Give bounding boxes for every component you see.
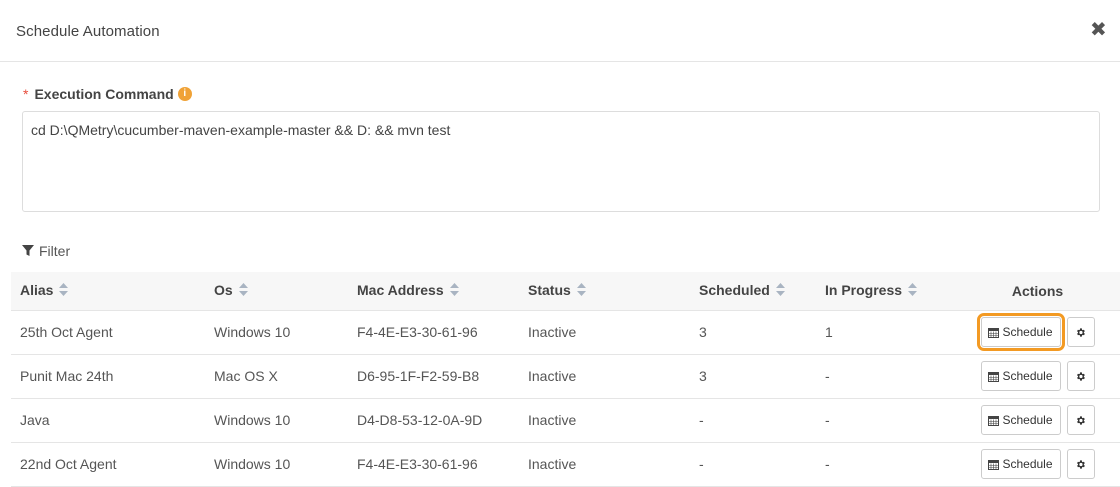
- sort-icon: [449, 283, 459, 299]
- cell-os: Mac OS X: [214, 368, 278, 384]
- execution-command-label-text: Execution Command: [34, 86, 174, 102]
- cell-status: Inactive: [528, 324, 577, 340]
- cell-alias: 25th Oct Agent: [20, 324, 113, 340]
- info-circle-icon[interactable]: i: [177, 87, 192, 101]
- cell-actions: Schedule: [955, 442, 1120, 486]
- schedule-button-label: Schedule: [1002, 413, 1053, 427]
- cell-status: Inactive: [528, 412, 577, 428]
- cell-status: Inactive: [528, 368, 577, 384]
- col-actions: Actions: [955, 272, 1120, 311]
- settings-button[interactable]: [1066, 317, 1095, 347]
- col-in-progress-label: In Progress: [825, 282, 903, 299]
- cell-in-progress: 1: [825, 324, 833, 340]
- col-scheduled-label: Scheduled: [699, 282, 770, 299]
- execution-command-value: cd D:\QMetry\cucumber-maven-example-mast…: [31, 122, 451, 138]
- cell-scheduled: 3: [699, 368, 707, 384]
- cell-alias: Punit Mac 24th: [20, 368, 114, 384]
- cell-in-progress: -: [825, 412, 830, 428]
- schedule-button-label: Schedule: [1002, 325, 1053, 339]
- modal-header: Schedule Automation ✖: [0, 0, 1120, 62]
- sort-icon: [576, 283, 586, 299]
- calendar-icon: [988, 371, 1000, 382]
- cell-scheduled: 3: [699, 324, 707, 340]
- schedule-button[interactable]: Schedule: [980, 405, 1061, 435]
- schedule-button[interactable]: Schedule: [980, 361, 1061, 391]
- col-mac-address[interactable]: Mac Address: [348, 272, 519, 311]
- cell-alias: Java: [20, 412, 50, 428]
- cell-in-progress: -: [825, 456, 830, 472]
- col-status[interactable]: Status: [519, 272, 690, 311]
- schedule-button[interactable]: Schedule: [980, 449, 1061, 479]
- cell-scheduled: -: [699, 412, 704, 428]
- cell-in-progress: -: [825, 368, 830, 384]
- cell-os: Windows 10: [214, 456, 291, 472]
- cell-mac-address: D6-95-1F-F2-59-B8: [357, 368, 480, 384]
- cell-scheduled: -: [699, 456, 704, 472]
- table-row: Punit Mac 24th Mac OS X D6-95-1F-F2-59-B…: [11, 354, 1120, 398]
- col-scheduled[interactable]: Scheduled: [690, 272, 816, 311]
- filter-label: Filter: [39, 243, 71, 259]
- cell-actions: Schedule: [955, 354, 1120, 398]
- col-alias-label: Alias: [20, 282, 54, 299]
- sort-icon: [59, 283, 69, 299]
- cell-os: Windows 10: [214, 412, 291, 428]
- modal-title: Schedule Automation: [16, 23, 160, 40]
- cell-mac-address: D4-D8-53-12-0A-9D: [357, 412, 483, 428]
- execution-command-field[interactable]: cd D:\QMetry\cucumber-maven-example-mast…: [22, 111, 1100, 212]
- cell-mac-address: F4-4E-E3-30-61-96: [357, 324, 478, 340]
- cell-alias: 22nd Oct Agent: [20, 456, 117, 472]
- schedule-button[interactable]: Schedule: [976, 313, 1065, 351]
- gear-icon: [1077, 327, 1085, 337]
- col-os-label: Os: [214, 282, 233, 299]
- cell-status: Inactive: [528, 456, 577, 472]
- table-row: 25th Oct Agent Windows 10 F4-4E-E3-30-61…: [11, 310, 1120, 354]
- settings-button[interactable]: [1066, 449, 1095, 479]
- cell-actions: Schedule: [955, 310, 1120, 354]
- settings-button[interactable]: [1066, 361, 1095, 391]
- col-in-progress[interactable]: In Progress: [816, 272, 955, 311]
- calendar-icon: [988, 415, 1000, 426]
- cell-os: Windows 10: [214, 324, 291, 340]
- calendar-icon: [988, 327, 1000, 338]
- table-row: 22nd Oct Agent Windows 10 F4-4E-E3-30-61…: [11, 442, 1120, 486]
- col-mac-label: Mac Address: [357, 282, 444, 299]
- calendar-icon: [988, 459, 1000, 470]
- settings-button[interactable]: [1066, 405, 1095, 435]
- filter-toggle[interactable]: Filter: [22, 243, 70, 259]
- table-row: Java Windows 10 D4-D8-53-12-0A-9D Inacti…: [11, 398, 1120, 442]
- sort-icon: [775, 283, 785, 299]
- col-alias[interactable]: Alias: [11, 272, 205, 311]
- sort-icon: [238, 283, 248, 299]
- funnel-icon: [22, 245, 34, 256]
- schedule-button-label: Schedule: [1002, 369, 1053, 383]
- col-status-label: Status: [528, 282, 571, 299]
- schedule-button-label: Schedule: [1002, 457, 1053, 471]
- gear-icon: [1077, 459, 1085, 469]
- gear-icon: [1077, 371, 1085, 381]
- close-icon[interactable]: ✖: [1090, 20, 1107, 40]
- cell-mac-address: F4-4E-E3-30-61-96: [357, 456, 478, 472]
- table-header-row: Alias Os Mac Address Status Scheduled In…: [11, 272, 1120, 311]
- cell-actions: Schedule: [955, 398, 1120, 442]
- sort-icon: [908, 283, 918, 299]
- required-marker: *: [23, 86, 29, 102]
- execution-command-label: * Execution Command i: [23, 86, 192, 102]
- gear-icon: [1077, 415, 1085, 425]
- col-os[interactable]: Os: [205, 272, 348, 311]
- agents-table: Alias Os Mac Address Status Scheduled In…: [11, 272, 1120, 487]
